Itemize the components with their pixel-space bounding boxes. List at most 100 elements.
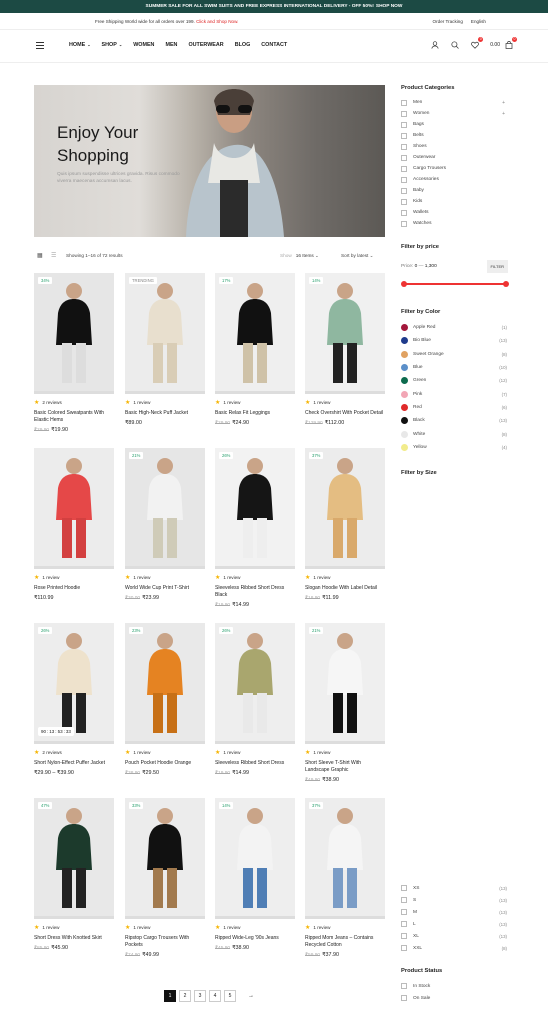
- size-checkbox[interactable]: [401, 945, 407, 951]
- product-card[interactable]: 17% ★ 1 review Basic Relax Fit Leggings ₹29.…: [215, 273, 295, 426]
- color-filter-item[interactable]: White (8): [401, 427, 507, 440]
- color-swatch[interactable]: [401, 337, 408, 345]
- category-checkbox[interactable]: [401, 198, 407, 205]
- status-checkbox[interactable]: [401, 995, 407, 1001]
- product-card[interactable]: ★ 1 review Rose Printed Hoodie ₹110.99: [34, 448, 114, 601]
- product-rating[interactable]: ★ 1 review: [305, 574, 385, 581]
- hero-banner[interactable]: Enjoy Your Shopping Quis ipsum suspendis…: [34, 85, 385, 237]
- category-checkbox[interactable]: [401, 209, 407, 216]
- color-swatch[interactable]: [401, 350, 408, 358]
- status-filter-item[interactable]: On Sale: [401, 992, 507, 1004]
- category-item[interactable]: Wallets: [401, 207, 505, 218]
- product-image[interactable]: 37%: [305, 448, 385, 569]
- cart-total[interactable]: 0.00: [490, 42, 500, 48]
- size-filter-item[interactable]: XL (13): [401, 930, 507, 942]
- size-filter-item[interactable]: S (13): [401, 894, 507, 906]
- search-icon[interactable]: [450, 40, 460, 50]
- product-card[interactable]: 21% ★ 1 review Short Sleeve T-Shirt With La…: [305, 623, 385, 783]
- product-name[interactable]: World Wide Cup Print T-Shirt: [125, 585, 205, 592]
- color-swatch[interactable]: [401, 377, 408, 385]
- user-icon[interactable]: [430, 40, 440, 50]
- product-name[interactable]: Rose Printed Hoodie: [34, 585, 114, 592]
- product-rating[interactable]: ★ 1 review: [215, 924, 295, 931]
- product-card[interactable]: 37% ★ 1 review Slogan Hoodie With Label Det…: [305, 448, 385, 601]
- size-checkbox[interactable]: [401, 933, 407, 939]
- product-name[interactable]: Slogan Hoodie With Label Detail: [305, 585, 385, 592]
- product-rating[interactable]: ★ 1 review: [305, 399, 385, 406]
- category-item[interactable]: Bags: [401, 119, 505, 130]
- product-image[interactable]: 26%: [215, 623, 295, 744]
- color-swatch[interactable]: [401, 417, 408, 425]
- filter-button[interactable]: FILTER: [486, 260, 508, 273]
- product-rating[interactable]: ★ 1 review: [125, 749, 205, 756]
- product-name[interactable]: Short Nylon-Effect Puffer Jacket: [34, 760, 114, 767]
- color-filter-item[interactable]: Bio Blue (13): [401, 334, 507, 347]
- product-rating[interactable]: ★ 1 review: [215, 749, 295, 756]
- expand-plus-icon[interactable]: +: [502, 100, 505, 106]
- product-image[interactable]: [34, 448, 114, 569]
- product-card[interactable]: TRENDING ★ 1 review Basic High-Neck Puff Ja…: [125, 273, 205, 426]
- grid-view-icon[interactable]: ▦: [37, 252, 43, 259]
- product-name[interactable]: Basic High-Neck Puff Jacket: [125, 410, 205, 417]
- nav-item-contact[interactable]: CONTACT: [261, 42, 287, 48]
- nav-item-blog[interactable]: BLOG: [235, 42, 251, 48]
- product-image[interactable]: 23%: [125, 623, 205, 744]
- product-image[interactable]: 21%: [125, 448, 205, 569]
- category-item[interactable]: Women +: [401, 108, 505, 119]
- size-filter-item[interactable]: M (13): [401, 906, 507, 918]
- product-rating[interactable]: ★ 1 review: [305, 924, 385, 931]
- color-swatch[interactable]: [401, 324, 408, 332]
- nav-item-women[interactable]: WOMEN: [133, 42, 154, 48]
- product-rating[interactable]: ★ 1 review: [215, 574, 295, 581]
- product-image[interactable]: 26% 90:13:53:33: [34, 623, 114, 744]
- product-card[interactable]: 23% ★ 1 review Pouch Pocket Hoodie Orange ₹3…: [125, 623, 205, 776]
- status-checkbox[interactable]: [401, 983, 407, 989]
- color-filter-item[interactable]: Apple Red (1): [401, 321, 507, 334]
- product-name[interactable]: Short Sleeve T-Shirt With Landscape Grap…: [305, 760, 385, 774]
- nav-item-shop[interactable]: SHOP ⌄: [102, 42, 123, 48]
- product-image[interactable]: 34%: [34, 273, 114, 394]
- page-4-button[interactable]: 4: [209, 990, 221, 1002]
- color-filter-item[interactable]: Pink (7): [401, 387, 507, 400]
- category-item[interactable]: Kids: [401, 196, 505, 207]
- category-checkbox[interactable]: [401, 165, 407, 172]
- size-filter-item[interactable]: XXL (8): [401, 942, 507, 954]
- color-swatch[interactable]: [401, 390, 408, 398]
- page-5-button[interactable]: 5: [224, 990, 236, 1002]
- language-selector[interactable]: English: [471, 19, 486, 24]
- product-name[interactable]: Ripped Mom Jeans – Contains Recycled Cot…: [305, 935, 385, 949]
- category-checkbox[interactable]: [401, 220, 407, 227]
- product-name[interactable]: Sleeveless Ribbed Short Dress: [215, 760, 295, 767]
- color-filter-item[interactable]: Black (13): [401, 414, 507, 427]
- product-rating[interactable]: ★ 2 reviews: [34, 749, 114, 756]
- product-image[interactable]: 37%: [305, 798, 385, 919]
- category-checkbox[interactable]: [401, 187, 407, 194]
- product-card[interactable]: 14% ★ 1 review Check Overshirt With Pocket …: [305, 273, 385, 426]
- product-name[interactable]: Short Dress With Knotted Skirt: [34, 935, 114, 942]
- product-card[interactable]: 33% ★ 1 review Ripstop Cargo Trousers With …: [125, 798, 205, 958]
- order-tracking-link[interactable]: Order Tracking: [433, 19, 463, 24]
- category-checkbox[interactable]: [401, 121, 407, 128]
- product-card[interactable]: 26% 90:13:53:33 ★ 2 reviews Short Nylon-Effe…: [34, 623, 114, 776]
- menu-icon[interactable]: [36, 42, 44, 49]
- color-filter-item[interactable]: Blue (10): [401, 361, 507, 374]
- product-name[interactable]: Pouch Pocket Hoodie Orange: [125, 760, 205, 767]
- category-checkbox[interactable]: [401, 110, 407, 117]
- category-item[interactable]: Outerwear: [401, 152, 505, 163]
- category-item[interactable]: Men +: [401, 97, 505, 108]
- category-checkbox[interactable]: [401, 132, 407, 139]
- product-image[interactable]: 33%: [125, 798, 205, 919]
- color-filter-item[interactable]: Sweet Orange (8): [401, 348, 507, 361]
- nav-item-men[interactable]: MEN: [165, 42, 177, 48]
- promo-shop-now-link[interactable]: SHOP NOW: [376, 4, 403, 9]
- category-item[interactable]: Belts: [401, 130, 505, 141]
- color-swatch[interactable]: [401, 443, 408, 451]
- product-image[interactable]: 14%: [305, 273, 385, 394]
- color-filter-item[interactable]: Green (12): [401, 374, 507, 387]
- product-image[interactable]: 21%: [305, 623, 385, 744]
- product-image[interactable]: 17%: [215, 273, 295, 394]
- size-filter-item[interactable]: XS (13): [401, 882, 507, 894]
- product-card[interactable]: 26% ★ 1 review Sleeveless Ribbed Short Dres…: [215, 623, 295, 776]
- list-view-icon[interactable]: ☰: [51, 252, 56, 259]
- product-image[interactable]: 47%: [34, 798, 114, 919]
